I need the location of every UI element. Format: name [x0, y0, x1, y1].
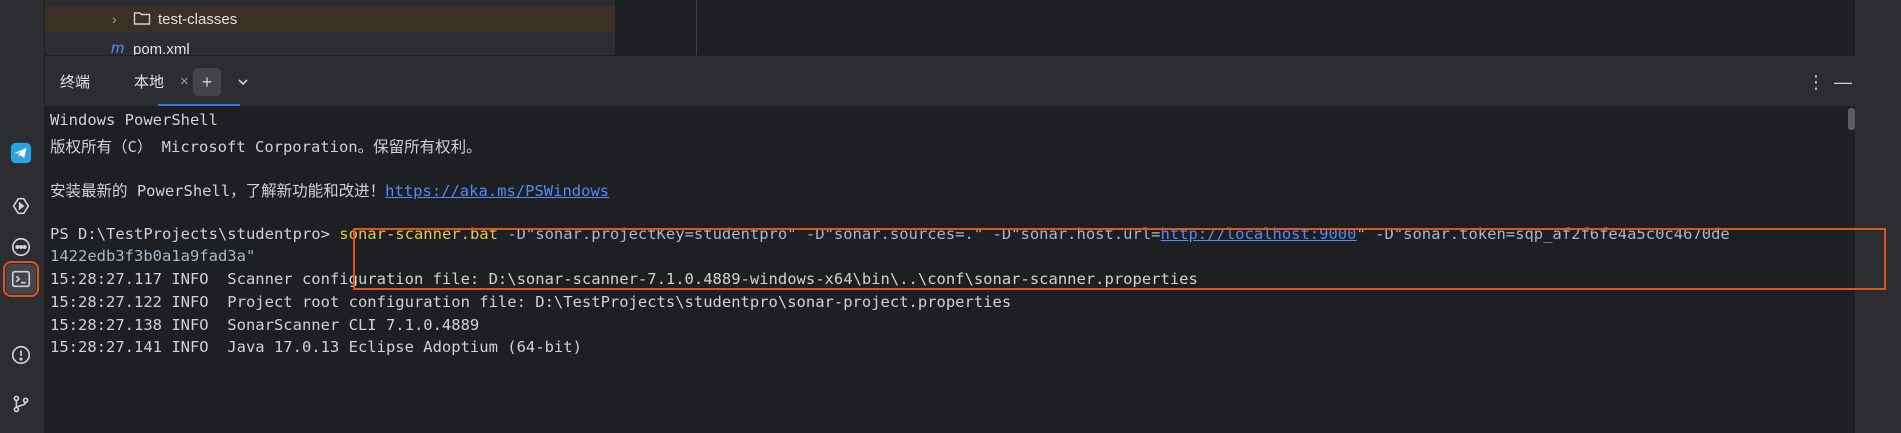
- log-line: 15:28:27.141 INFO Java 17.0.13 Eclipse A…: [50, 338, 582, 356]
- terminal-scrollbar[interactable]: [1848, 108, 1855, 130]
- tab-local[interactable]: 本地 ×: [124, 56, 199, 107]
- plus-icon: +: [201, 71, 213, 92]
- chevron-down-icon: [238, 79, 248, 86]
- run-icon[interactable]: [6, 191, 36, 221]
- output-line: 版权所有（C） Microsoft Corporation。保留所有权利。: [50, 138, 482, 156]
- folder-icon: [133, 10, 151, 30]
- powershell-link[interactable]: https://aka.ms/PSWindows: [385, 182, 609, 200]
- problems-icon[interactable]: [6, 340, 36, 370]
- output-line: Windows PowerShell: [50, 111, 218, 129]
- editor-area: [615, 0, 1855, 55]
- terminal-title: 终端: [60, 74, 91, 91]
- tree-item-test-classes[interactable]: › test-classes: [45, 6, 615, 32]
- editor-divider: [696, 0, 697, 55]
- output-text: 安装最新的 PowerShell，了解新功能和改进！: [50, 182, 386, 200]
- close-icon[interactable]: ×: [180, 73, 189, 90]
- log-line: 15:28:27.122 INFO Project root configura…: [50, 293, 1012, 311]
- prompt: PS D:\TestProjects\studentpro>: [50, 225, 340, 243]
- right-tool-strip: [1855, 0, 1901, 433]
- tree-item-label: test-classes: [158, 10, 238, 28]
- git-icon[interactable]: [6, 389, 36, 419]
- highlight-box: [353, 228, 1886, 290]
- output-line: 安装最新的 PowerShell，了解新功能和改进！https://aka.ms…: [50, 179, 609, 201]
- project-tree: › test-classes m pom.xml: [45, 0, 615, 58]
- minimize-button[interactable]: —: [1829, 68, 1857, 96]
- minimize-icon: —: [1834, 71, 1852, 92]
- terminal-icon[interactable]: [3, 261, 39, 297]
- chevron-right-icon[interactable]: ›: [112, 11, 117, 27]
- tool-window-strip: [0, 0, 45, 433]
- log-line: 15:28:27.138 INFO SonarScanner CLI 7.1.0…: [50, 316, 480, 334]
- telegram-icon[interactable]: [6, 138, 36, 168]
- terminal-header: 终端 本地 × + ⋮ —: [45, 55, 1855, 107]
- more-options-button[interactable]: ⋮: [1802, 68, 1830, 96]
- tab-label: 本地: [134, 74, 165, 91]
- new-tab-button[interactable]: +: [193, 68, 221, 96]
- tab-dropdown-button[interactable]: [229, 68, 257, 96]
- more-vertical-icon: ⋮: [1807, 71, 1825, 92]
- command-line-wrap: 1422edb3f3b0a1a9fad3a": [50, 247, 256, 265]
- services-icon[interactable]: [6, 232, 36, 262]
